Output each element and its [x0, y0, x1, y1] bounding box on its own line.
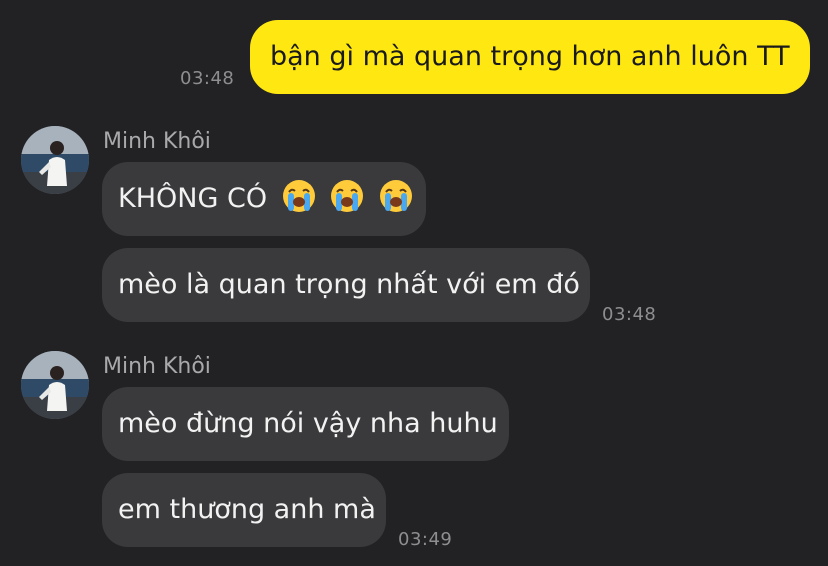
avatar[interactable] — [21, 351, 89, 419]
chat-thread: 03:48 bận gì mà quan trọng hơn anh luôn … — [0, 0, 828, 566]
message-time: 03:49 — [398, 529, 453, 550]
incoming-message-bubble[interactable]: em thương anh mà — [102, 473, 386, 547]
message-text: KHÔNG CÓ — [118, 183, 268, 214]
message-time: 03:48 — [602, 304, 657, 325]
sender-name: Minh Khôi — [103, 354, 211, 379]
incoming-message-bubble[interactable]: mèo là quan trọng nhất với em đó — [102, 248, 590, 322]
outgoing-message-bubble[interactable]: bận gì mà quan trọng hơn anh luôn TT — [250, 20, 810, 94]
message-text: em thương anh mà — [118, 494, 376, 525]
incoming-message-bubble[interactable]: KHÔNG CÓ — [102, 162, 426, 236]
loudly-crying-face-icon — [282, 180, 315, 212]
loudly-crying-face-icon — [331, 180, 364, 212]
avatar[interactable] — [21, 126, 89, 194]
loudly-crying-face-icon — [379, 180, 412, 212]
message-text: mèo đừng nói vậy nha huhu — [118, 408, 498, 439]
avatar-photo — [21, 351, 89, 419]
message-text: mèo là quan trọng nhất với em đó — [118, 269, 580, 300]
avatar-photo — [21, 126, 89, 194]
sender-name: Minh Khôi — [103, 129, 211, 154]
message-text: bận gì mà quan trọng hơn anh luôn TT — [270, 41, 790, 72]
incoming-message-bubble[interactable]: mèo đừng nói vậy nha huhu — [102, 387, 509, 461]
message-time: 03:48 — [180, 68, 235, 89]
